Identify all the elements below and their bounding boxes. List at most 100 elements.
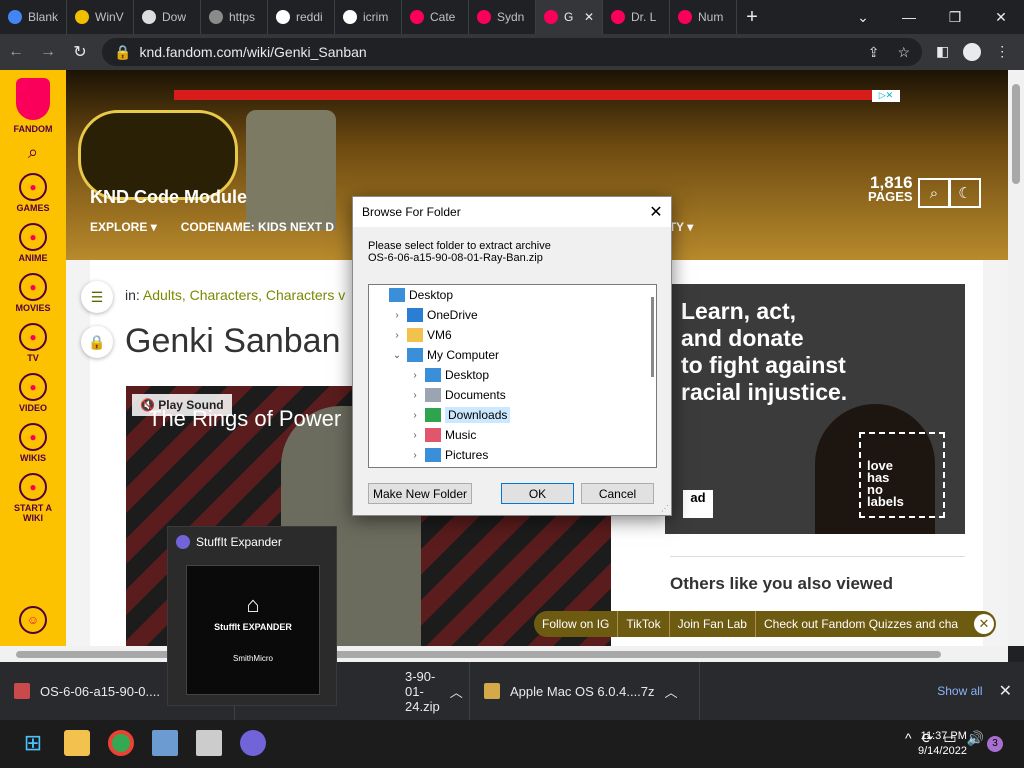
close-window-button[interactable]: ✕ <box>978 0 1024 34</box>
url-text[interactable]: knd.fandom.com/wiki/Genki_Sanban <box>139 44 366 60</box>
rail-item[interactable]: ● VIDEO <box>14 373 52 413</box>
show-all-button[interactable]: Show all <box>937 684 982 698</box>
download-item[interactable]: Apple Mac OS 6.0.4....7z ︿ <box>470 662 700 720</box>
tree-node[interactable]: › Documents <box>369 385 656 405</box>
minimize-button[interactable]: — <box>886 0 932 34</box>
photos-icon[interactable] <box>152 730 178 756</box>
search-icon[interactable]: ⌕ <box>28 142 38 163</box>
expander-icon[interactable]: › <box>409 410 421 421</box>
tray-overflow-icon[interactable]: ^ <box>905 730 912 747</box>
editor-icon[interactable] <box>196 730 222 756</box>
back-button[interactable]: ← <box>0 43 32 61</box>
reload-button[interactable]: ↻ <box>64 42 96 62</box>
close-icon[interactable]: ✕ <box>974 614 994 634</box>
tree-node[interactable]: ⌄ My Computer <box>369 345 656 365</box>
expander-icon[interactable]: ⌄ <box>391 350 403 361</box>
wiki-title[interactable]: KND Code Module <box>90 187 247 208</box>
horizontal-scrollbar[interactable] <box>0 646 1008 662</box>
volume-icon[interactable]: 🔊 <box>967 730 984 747</box>
close-download-bar-icon[interactable]: ✕ <box>999 681 1012 701</box>
chrome-icon[interactable] <box>108 730 134 756</box>
browser-tab[interactable]: Dow <box>134 0 201 34</box>
cancel-button[interactable]: Cancel <box>581 483 654 504</box>
browser-tab[interactable]: Dr. L <box>603 0 670 34</box>
expander-icon[interactable]: › <box>409 390 421 401</box>
browser-tab[interactable]: WinV <box>67 0 134 34</box>
make-new-folder-button[interactable]: Make New Folder <box>368 483 472 504</box>
vertical-scrollbar[interactable] <box>1008 70 1024 646</box>
browser-tab[interactable]: https <box>201 0 268 34</box>
browser-tab[interactable]: Sydn <box>469 0 536 34</box>
address-bar[interactable]: 🔒 knd.fandom.com/wiki/Genki_Sanban ⇪ ☆ <box>102 38 922 66</box>
rail-item[interactable]: ● MOVIES <box>14 273 52 313</box>
tree-scrollbar[interactable] <box>651 297 654 377</box>
windows-start-icon[interactable]: ⊞ <box>20 730 46 756</box>
stuffit-taskbar-preview[interactable]: StuffIt Expander ⌂ StuffIt EXPANDER Smit… <box>167 526 337 706</box>
tree-node[interactable]: › Pictures <box>369 445 656 465</box>
quizzes-link[interactable]: Check out Fandom Quizzes and cha <box>756 611 966 637</box>
restore-button[interactable]: ❐ <box>932 0 978 34</box>
ad-banner[interactable] <box>174 90 874 100</box>
browser-tab[interactable]: Num <box>670 0 737 34</box>
play-sound-button[interactable]: 🔇 Play Sound <box>132 394 232 416</box>
side-panel-icon[interactable]: ◧ <box>936 43 949 61</box>
clock[interactable]: 11:37 PM 9/14/2022 <box>918 729 967 759</box>
tree-node[interactable]: › Desktop <box>369 365 656 385</box>
folder-tree[interactable]: Desktop › OneDrive › VM6 ⌄ My Computer › Desktop… <box>368 284 657 468</box>
expander-icon[interactable]: › <box>391 310 403 321</box>
ad-choices-icon[interactable]: ▷✕ <box>872 90 900 102</box>
preview-thumbnail[interactable]: ⌂ StuffIt EXPANDER SmithMicro <box>186 565 320 695</box>
fandom-logo[interactable] <box>16 78 50 120</box>
bookmark-star-icon[interactable]: ☆ <box>897 44 910 61</box>
new-tab-button[interactable]: + <box>737 6 767 29</box>
tiktok-link[interactable]: TikTok <box>618 611 670 637</box>
rail-item[interactable]: ● START A WIKI <box>14 473 52 523</box>
rail-item[interactable]: ● WIKIS <box>14 423 52 463</box>
rail-item[interactable]: ● GAMES <box>14 173 52 213</box>
tab-label: Num <box>698 10 724 24</box>
share-icon[interactable]: ⇪ <box>868 44 880 61</box>
tree-node[interactable]: › Downloads <box>369 405 656 425</box>
resize-grip[interactable]: ⋰ <box>661 504 669 513</box>
user-icon[interactable]: ☺ <box>19 606 47 634</box>
ok-button[interactable]: OK <box>501 483 574 504</box>
nav-explore[interactable]: EXPLORE ▾ <box>90 220 157 234</box>
chevron-down-icon[interactable]: ⌄ <box>840 0 886 34</box>
rail-item[interactable]: ● ANIME <box>14 223 52 263</box>
dialog-close-button[interactable]: ✕ <box>641 202 671 222</box>
theme-toggle-button[interactable]: ☾ <box>949 178 981 208</box>
expander-icon[interactable]: › <box>391 330 403 341</box>
forward-button[interactable]: → <box>32 43 64 61</box>
browser-tab[interactable]: Cate <box>402 0 469 34</box>
stuffit-taskbar-icon[interactable] <box>240 730 266 756</box>
browser-tab[interactable]: Blank <box>0 0 67 34</box>
menu-kebab-icon[interactable]: ⋮ <box>995 43 1009 61</box>
nav-codename[interactable]: CODENAME: KIDS NEXT D <box>181 220 334 234</box>
expander-icon[interactable]: › <box>409 370 421 381</box>
rail-item[interactable]: ● TV <box>14 323 52 363</box>
chevron-up-icon[interactable]: ︿ <box>665 682 678 701</box>
fan-lab-link[interactable]: Join Fan Lab <box>670 611 756 637</box>
expander-icon[interactable]: › <box>409 450 421 461</box>
browser-tab[interactable]: icrim <box>335 0 402 34</box>
toc-icon[interactable]: ☰ <box>81 281 113 313</box>
file-explorer-icon[interactable] <box>64 730 90 756</box>
close-tab-icon[interactable]: ✕ <box>584 10 594 24</box>
tree-node[interactable]: › OneDrive <box>369 305 656 325</box>
category-links[interactable]: Adults, Characters, Characters v <box>143 287 345 303</box>
notification-badge[interactable]: 3 <box>987 736 1003 752</box>
browser-tab[interactable]: G ✕ <box>536 0 603 34</box>
tree-node[interactable]: Desktop <box>369 285 656 305</box>
browser-tab[interactable]: reddi <box>268 0 335 34</box>
follow-ig-link[interactable]: Follow on IG <box>534 611 619 637</box>
profile-avatar[interactable] <box>963 43 982 61</box>
tree-node[interactable]: › VM6 <box>369 325 656 345</box>
ad-council-ad[interactable]: Learn, act, and donate to fight against … <box>665 284 965 534</box>
tree-node[interactable]: › Music <box>369 425 656 445</box>
chevron-up-icon[interactable]: ︿ <box>450 682 463 701</box>
dialog-titlebar: Browse For Folder ✕ <box>353 197 671 227</box>
wiki-search-button[interactable]: ⌕ <box>918 178 950 208</box>
expander-icon[interactable]: › <box>409 430 421 441</box>
tree-node-label: Downloads <box>445 407 511 423</box>
lock-page-icon[interactable]: 🔒 <box>81 326 113 358</box>
